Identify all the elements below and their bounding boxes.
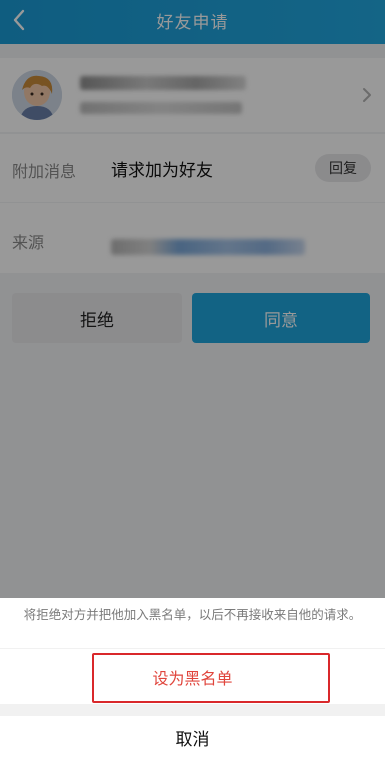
action-sheet: 将拒绝对方并把他加入黑名单，以后不再接收来自他的请求。 设为黑名单 取消 (0, 598, 385, 759)
modal-dim-overlay[interactable] (0, 0, 385, 600)
cancel-label: 取消 (175, 730, 210, 750)
cancel-button[interactable]: 取消 (0, 716, 385, 759)
set-blacklist-label: 设为黑名单 (152, 668, 233, 688)
action-sheet-tip: 将拒绝对方并把他加入黑名单，以后不再接收来自他的请求。 (0, 598, 385, 648)
friend-request-screen: 好友申请 附加消息 请求加为好友 回复 来源 拒绝 同意 将拒绝对方并把他加入黑… (0, 0, 385, 759)
set-blacklist-button[interactable]: 设为黑名单 (0, 649, 385, 704)
